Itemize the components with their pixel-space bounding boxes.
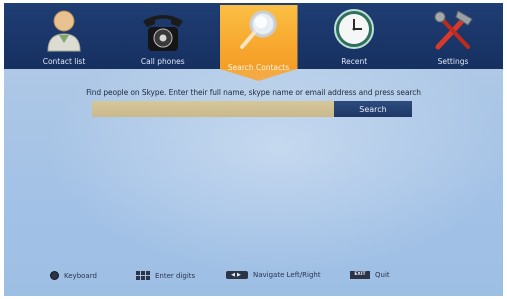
search-instructions: Find people on Skype. Enter their full n…: [86, 88, 421, 97]
contact-person-icon: [39, 7, 89, 53]
nav-tab-recent[interactable]: Recent: [312, 3, 396, 69]
help-quit-label: Quit: [375, 271, 390, 279]
help-keyboard-label: Keyboard: [64, 271, 97, 280]
help-quit: EXIT Quit: [350, 271, 390, 279]
search-input[interactable]: [92, 101, 334, 117]
number-keys-icon: [136, 271, 150, 280]
exit-key-icon: EXIT: [350, 271, 370, 279]
telephone-icon: [138, 7, 188, 53]
magnifier-icon: [234, 7, 284, 53]
help-digits-label: Enter digits: [155, 271, 196, 280]
tv-screen: Contact list Call phones Search Contacts…: [4, 3, 503, 296]
help-bar: Keyboard Enter digits ◀▶ Navigate Left/R…: [4, 271, 503, 285]
nav-tab-contact-list[interactable]: Contact list: [22, 3, 106, 69]
help-keyboard: Keyboard: [50, 271, 97, 280]
keyboard-key-icon: [50, 271, 59, 280]
nav-tab-settings[interactable]: Settings: [411, 3, 495, 69]
nav-label: Settings: [437, 57, 469, 66]
tools-icon: [428, 7, 478, 53]
nav-tab-search-contacts[interactable]: Search Contacts: [219, 3, 298, 81]
help-enter-digits: Enter digits: [136, 271, 195, 280]
left-right-arrows-icon: ◀▶: [226, 271, 248, 279]
clock-icon: [329, 7, 379, 53]
help-navigate-label: Navigate Left/Right: [253, 271, 321, 279]
search-button[interactable]: Search: [334, 101, 412, 117]
nav-label: Search Contacts: [227, 63, 290, 72]
nav-tab-call-phones[interactable]: Call phones: [121, 3, 205, 69]
nav-label: Call phones: [140, 57, 185, 66]
top-navigation-bar: Contact list Call phones Search Contacts…: [4, 3, 503, 81]
help-navigate: ◀▶ Navigate Left/Right: [226, 271, 321, 279]
search-row: Search: [92, 101, 412, 117]
nav-label: Contact list: [42, 57, 86, 66]
nav-label: Recent: [341, 57, 368, 66]
